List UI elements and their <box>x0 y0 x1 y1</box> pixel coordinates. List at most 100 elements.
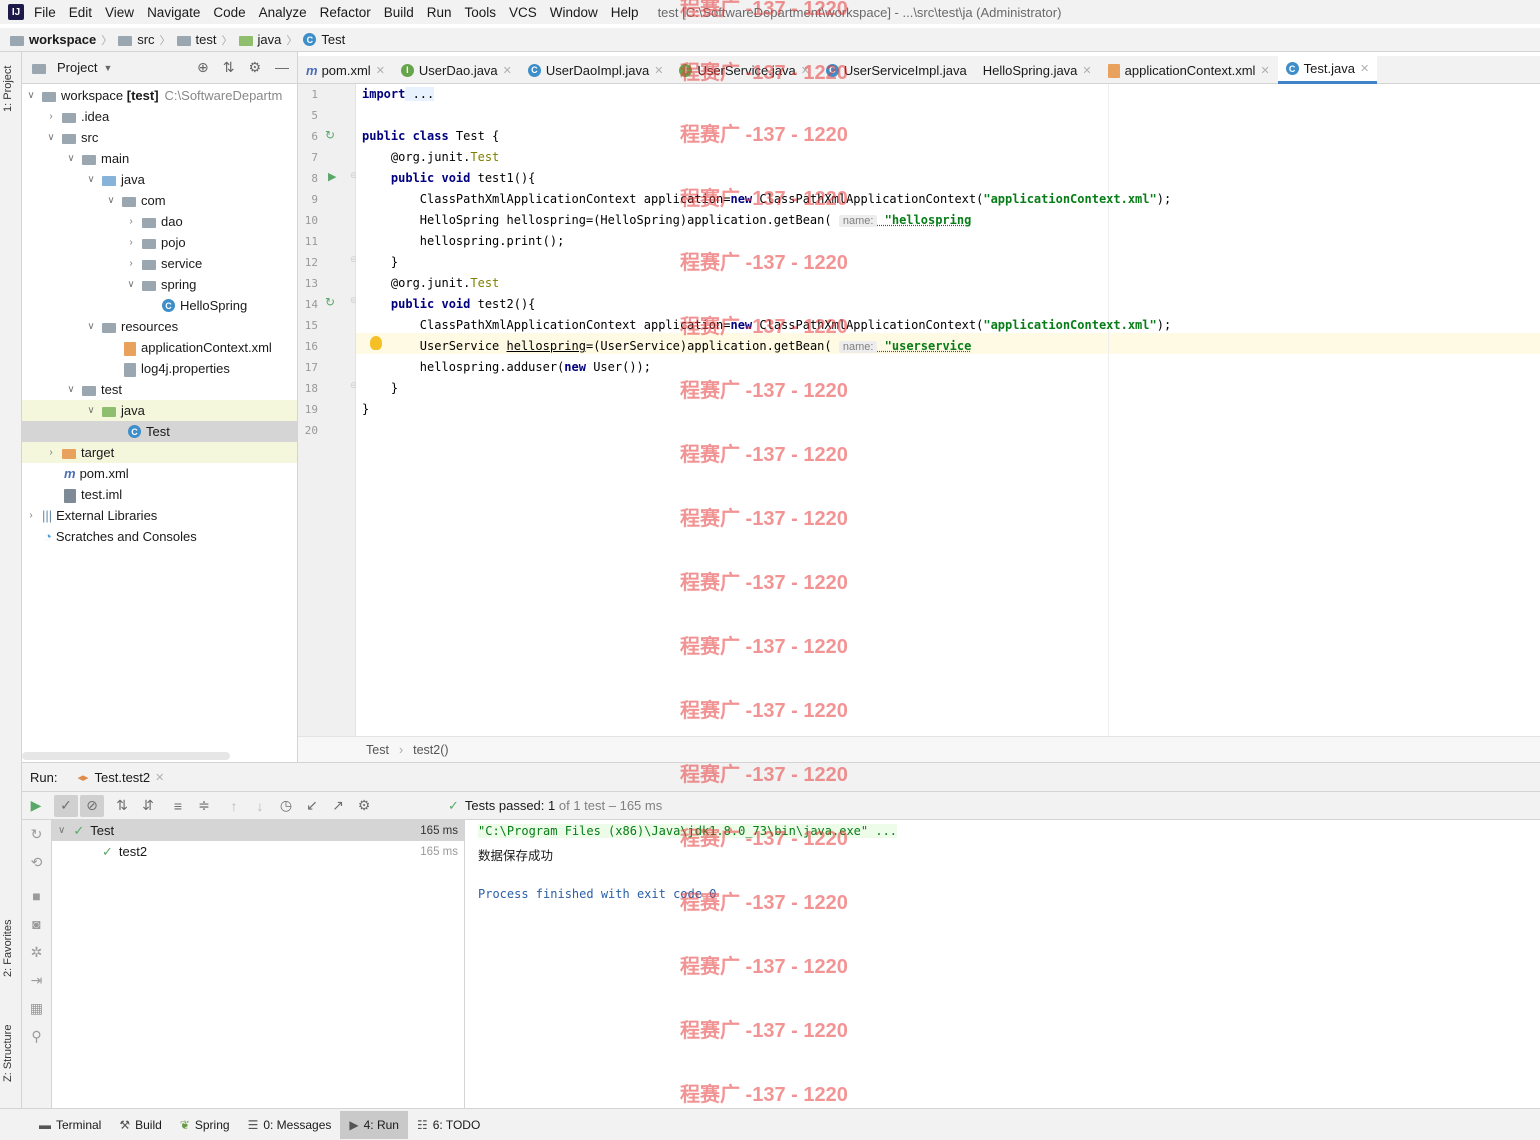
run-test-passed-icon[interactable]: ↻ <box>325 295 335 309</box>
tree-item-workspace[interactable]: ∨ workspace [test] C:\SoftwareDepartm <box>22 85 297 106</box>
test-row-test[interactable]: ∨ ✓ Test 165 ms <box>52 820 464 841</box>
sort-by-duration-icon[interactable]: ⇵ <box>136 795 160 817</box>
chevron-right-icon[interactable]: › <box>44 111 58 122</box>
chevron-down-icon[interactable]: ▼ <box>103 63 112 73</box>
tree-item-test-class[interactable]: C Test <box>22 421 297 442</box>
collapse-all-icon[interactable]: ≑ <box>192 795 216 817</box>
hide-icon[interactable]: — <box>275 59 289 76</box>
code-editor[interactable]: import ... public class Test { @org.juni… <box>356 84 1540 736</box>
tab-test-java[interactable]: C Test.java ✕ <box>1277 56 1378 84</box>
close-icon[interactable]: ✕ <box>1260 64 1269 77</box>
menu-vcs[interactable]: VCS <box>509 5 537 20</box>
favorites-tool-tab[interactable]: 2: Favorites <box>2 920 14 977</box>
menu-help[interactable]: Help <box>611 5 639 20</box>
chevron-down-icon[interactable]: ∨ <box>64 153 78 164</box>
project-tool-tab[interactable]: 1: Project <box>2 66 14 112</box>
run-tab[interactable]: ◂▸ Test.test2 ✕ <box>77 770 164 785</box>
chevron-right-icon[interactable]: › <box>124 237 138 248</box>
menu-code[interactable]: Code <box>213 5 245 20</box>
chevron-down-icon[interactable]: ∨ <box>24 90 38 101</box>
tab-userservice[interactable]: I UserService.java ✕ <box>671 56 817 84</box>
close-icon[interactable]: ✕ <box>1360 62 1369 75</box>
close-icon[interactable]: ✕ <box>654 64 663 77</box>
locate-icon[interactable]: ⊕ <box>197 59 209 76</box>
rerun-failed-icon[interactable]: ↻ <box>22 820 51 848</box>
tab-hellospring[interactable]: HelloSpring.java ✕ <box>975 56 1100 84</box>
show-passed-icon[interactable]: ✓ <box>54 794 78 817</box>
nav-crumb-java[interactable]: java 〉 <box>238 32 297 48</box>
close-icon[interactable]: ✕ <box>503 64 512 77</box>
menu-navigate[interactable]: Navigate <box>147 5 200 20</box>
tree-item-test-java[interactable]: ∨ java <box>22 400 297 421</box>
layout-icon[interactable]: ▦ <box>22 994 51 1022</box>
toggle-auto-test-icon[interactable]: ⟲ <box>22 848 51 876</box>
breadcrumb-class[interactable]: Test <box>366 743 389 757</box>
menu-tools[interactable]: Tools <box>465 5 497 20</box>
run-test-icon[interactable]: ▶ <box>328 170 336 183</box>
menu-build[interactable]: Build <box>384 5 414 20</box>
chevron-down-icon[interactable]: ∨ <box>124 279 138 290</box>
tool-tab-terminal[interactable]: ▬ Terminal <box>30 1111 110 1139</box>
chevron-right-icon[interactable]: › <box>124 216 138 227</box>
tab-userdao[interactable]: I UserDao.java ✕ <box>393 56 520 84</box>
tree-item-log4j[interactable]: log4j.properties <box>22 358 297 379</box>
debug-icon[interactable]: ✲ <box>22 938 51 966</box>
close-icon[interactable]: ✕ <box>801 64 810 77</box>
rerun-icon[interactable]: ▶ <box>24 795 48 817</box>
tree-item-pojo[interactable]: › pojo <box>22 232 297 253</box>
nav-crumb-src[interactable]: src 〉 <box>118 32 171 48</box>
run-class-icon[interactable]: ↻ <box>325 128 335 142</box>
menu-edit[interactable]: Edit <box>69 5 92 20</box>
test-history-icon[interactable]: ◷ <box>274 795 298 817</box>
collapse-all-icon[interactable]: ⇅ <box>223 59 235 76</box>
tree-item-spring[interactable]: ∨ spring <box>22 274 297 295</box>
chevron-down-icon[interactable]: ∨ <box>64 384 78 395</box>
tab-applicationcontext[interactable]: applicationContext.xml ✕ <box>1100 56 1278 84</box>
gear-icon[interactable]: ⚙ <box>248 59 261 76</box>
tree-item-applicationcontext[interactable]: applicationContext.xml <box>22 337 297 358</box>
menu-analyze[interactable]: Analyze <box>259 5 307 20</box>
nav-crumb-workspace[interactable]: workspace 〉 <box>10 32 112 48</box>
menu-run[interactable]: Run <box>427 5 452 20</box>
tree-item-external-libraries[interactable]: › ||| External Libraries <box>22 505 297 526</box>
export-tests-icon[interactable]: ↗ <box>326 795 350 817</box>
run-console[interactable]: "C:\Program Files (x86)\Java\jdk1.8.0_73… <box>466 820 1540 1108</box>
exit-icon[interactable]: ⇥ <box>22 966 51 994</box>
tree-item-test[interactable]: ∨ test <box>22 379 297 400</box>
tool-tab-build[interactable]: ⚒ Build <box>110 1111 170 1139</box>
tree-item-src[interactable]: ∨ src <box>22 127 297 148</box>
tab-userserviceimpl[interactable]: C UserServiceImpl.java <box>818 56 975 84</box>
settings-icon[interactable]: ⚙ <box>352 795 376 817</box>
pin-icon[interactable]: ⚲ <box>22 1022 51 1050</box>
tree-item-service[interactable]: › service <box>22 253 297 274</box>
sort-alphabetically-icon[interactable]: ⇅ <box>110 795 134 817</box>
close-icon[interactable]: ✕ <box>155 771 164 784</box>
tab-pom-xml[interactable]: m pom.xml ✕ <box>298 56 393 84</box>
show-ignored-icon[interactable]: ⊘ <box>80 794 104 817</box>
tree-item-target[interactable]: › target <box>22 442 297 463</box>
menu-file[interactable]: File <box>34 5 56 20</box>
tool-tab-spring[interactable]: ❦ Spring <box>171 1111 239 1139</box>
next-failed-icon[interactable]: ↓ <box>248 795 272 817</box>
menu-refactor[interactable]: Refactor <box>320 5 371 20</box>
breadcrumb-method[interactable]: test2() <box>413 743 448 757</box>
previous-failed-icon[interactable]: ↑ <box>222 795 246 817</box>
chevron-down-icon[interactable]: ∨ <box>44 132 58 143</box>
chevron-down-icon[interactable]: ∨ <box>84 405 98 416</box>
menu-view[interactable]: View <box>105 5 134 20</box>
structure-tool-tab[interactable]: Z: Structure <box>2 1025 14 1082</box>
tree-item-com[interactable]: ∨ com <box>22 190 297 211</box>
stop-icon[interactable]: ■ <box>22 882 51 910</box>
horizontal-scrollbar[interactable] <box>22 752 230 760</box>
tool-tab-run[interactable]: ▶ 4: Run <box>340 1110 408 1139</box>
nav-crumb-test[interactable]: test 〉 <box>176 32 233 48</box>
tree-item-hellospring[interactable]: C HelloSpring <box>22 295 297 316</box>
tree-item-main-java[interactable]: ∨ java <box>22 169 297 190</box>
chevron-right-icon[interactable]: › <box>44 447 58 458</box>
import-tests-icon[interactable]: ↙ <box>300 795 324 817</box>
tree-item-idea[interactable]: › .idea <box>22 106 297 127</box>
chevron-right-icon[interactable]: › <box>124 258 138 269</box>
expand-all-icon[interactable]: ≡ <box>166 795 190 817</box>
menu-window[interactable]: Window <box>550 5 598 20</box>
tree-item-dao[interactable]: › dao <box>22 211 297 232</box>
